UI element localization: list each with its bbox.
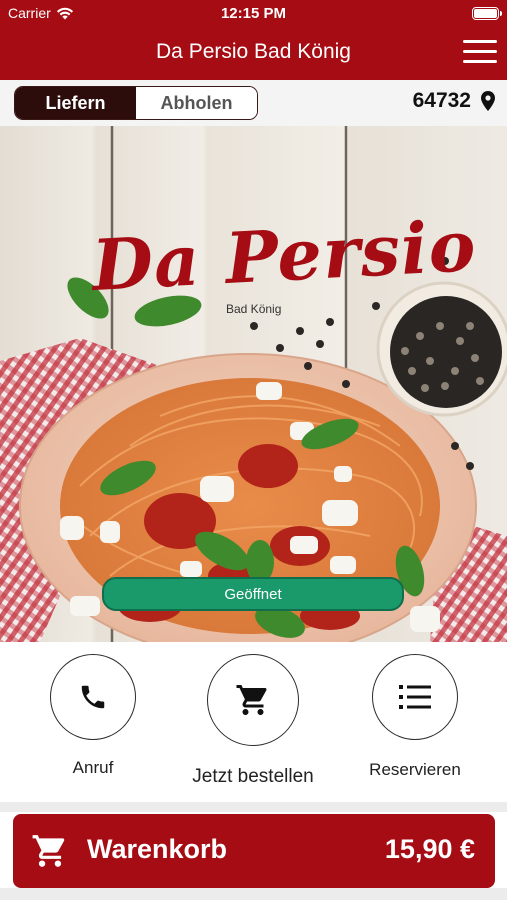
order-now-label: Jetzt bestellen [192, 766, 314, 787]
hero-food-illustration [0, 126, 507, 642]
postal-code-selector[interactable]: 64732 [413, 89, 495, 113]
call-button[interactable]: Anruf [33, 654, 153, 778]
delivery-tab[interactable]: Liefern [15, 87, 136, 119]
status-time: 12:15 PM [220, 5, 287, 22]
phone-icon [50, 654, 136, 740]
cart-button[interactable]: Warenkorb 15,90 € [13, 814, 495, 888]
nav-bar: Da Persio Bad König [0, 26, 507, 80]
status-bar: Carrier 12:15 PM [0, 0, 507, 26]
list-icon [372, 654, 458, 740]
cart-total: 15,90 € [384, 834, 475, 864]
quick-actions: Anruf Jetzt bestellen Reservieren [0, 642, 507, 802]
open-status-badge[interactable]: Geöffnet [102, 577, 404, 611]
hamburger-menu-icon[interactable] [463, 40, 497, 66]
order-now-button[interactable]: Jetzt bestellen [192, 654, 314, 788]
page-title: Da Persio Bad König [156, 40, 351, 63]
cart-label: Warenkorb [87, 834, 228, 864]
reserve-button[interactable]: Reservieren [355, 654, 475, 780]
postal-code: 64732 [412, 89, 471, 112]
cart-icon [207, 654, 299, 746]
reserve-label: Reservieren [369, 760, 461, 779]
pickup-tab[interactable]: Abholen [136, 87, 257, 119]
restaurant-location: Bad König [226, 302, 282, 316]
order-mode-row: Liefern Abholen 64732 [0, 80, 507, 126]
battery-icon [472, 7, 502, 20]
call-label: Anruf [72, 758, 114, 777]
section-divider [0, 802, 507, 812]
location-pin-icon [481, 91, 495, 111]
bottom-strip [0, 888, 507, 900]
order-mode-segmented-control: Liefern Abholen [14, 86, 258, 120]
hero-banner: Da Persio Bad König Geöffnet [0, 126, 507, 642]
cart-icon [32, 835, 65, 867]
